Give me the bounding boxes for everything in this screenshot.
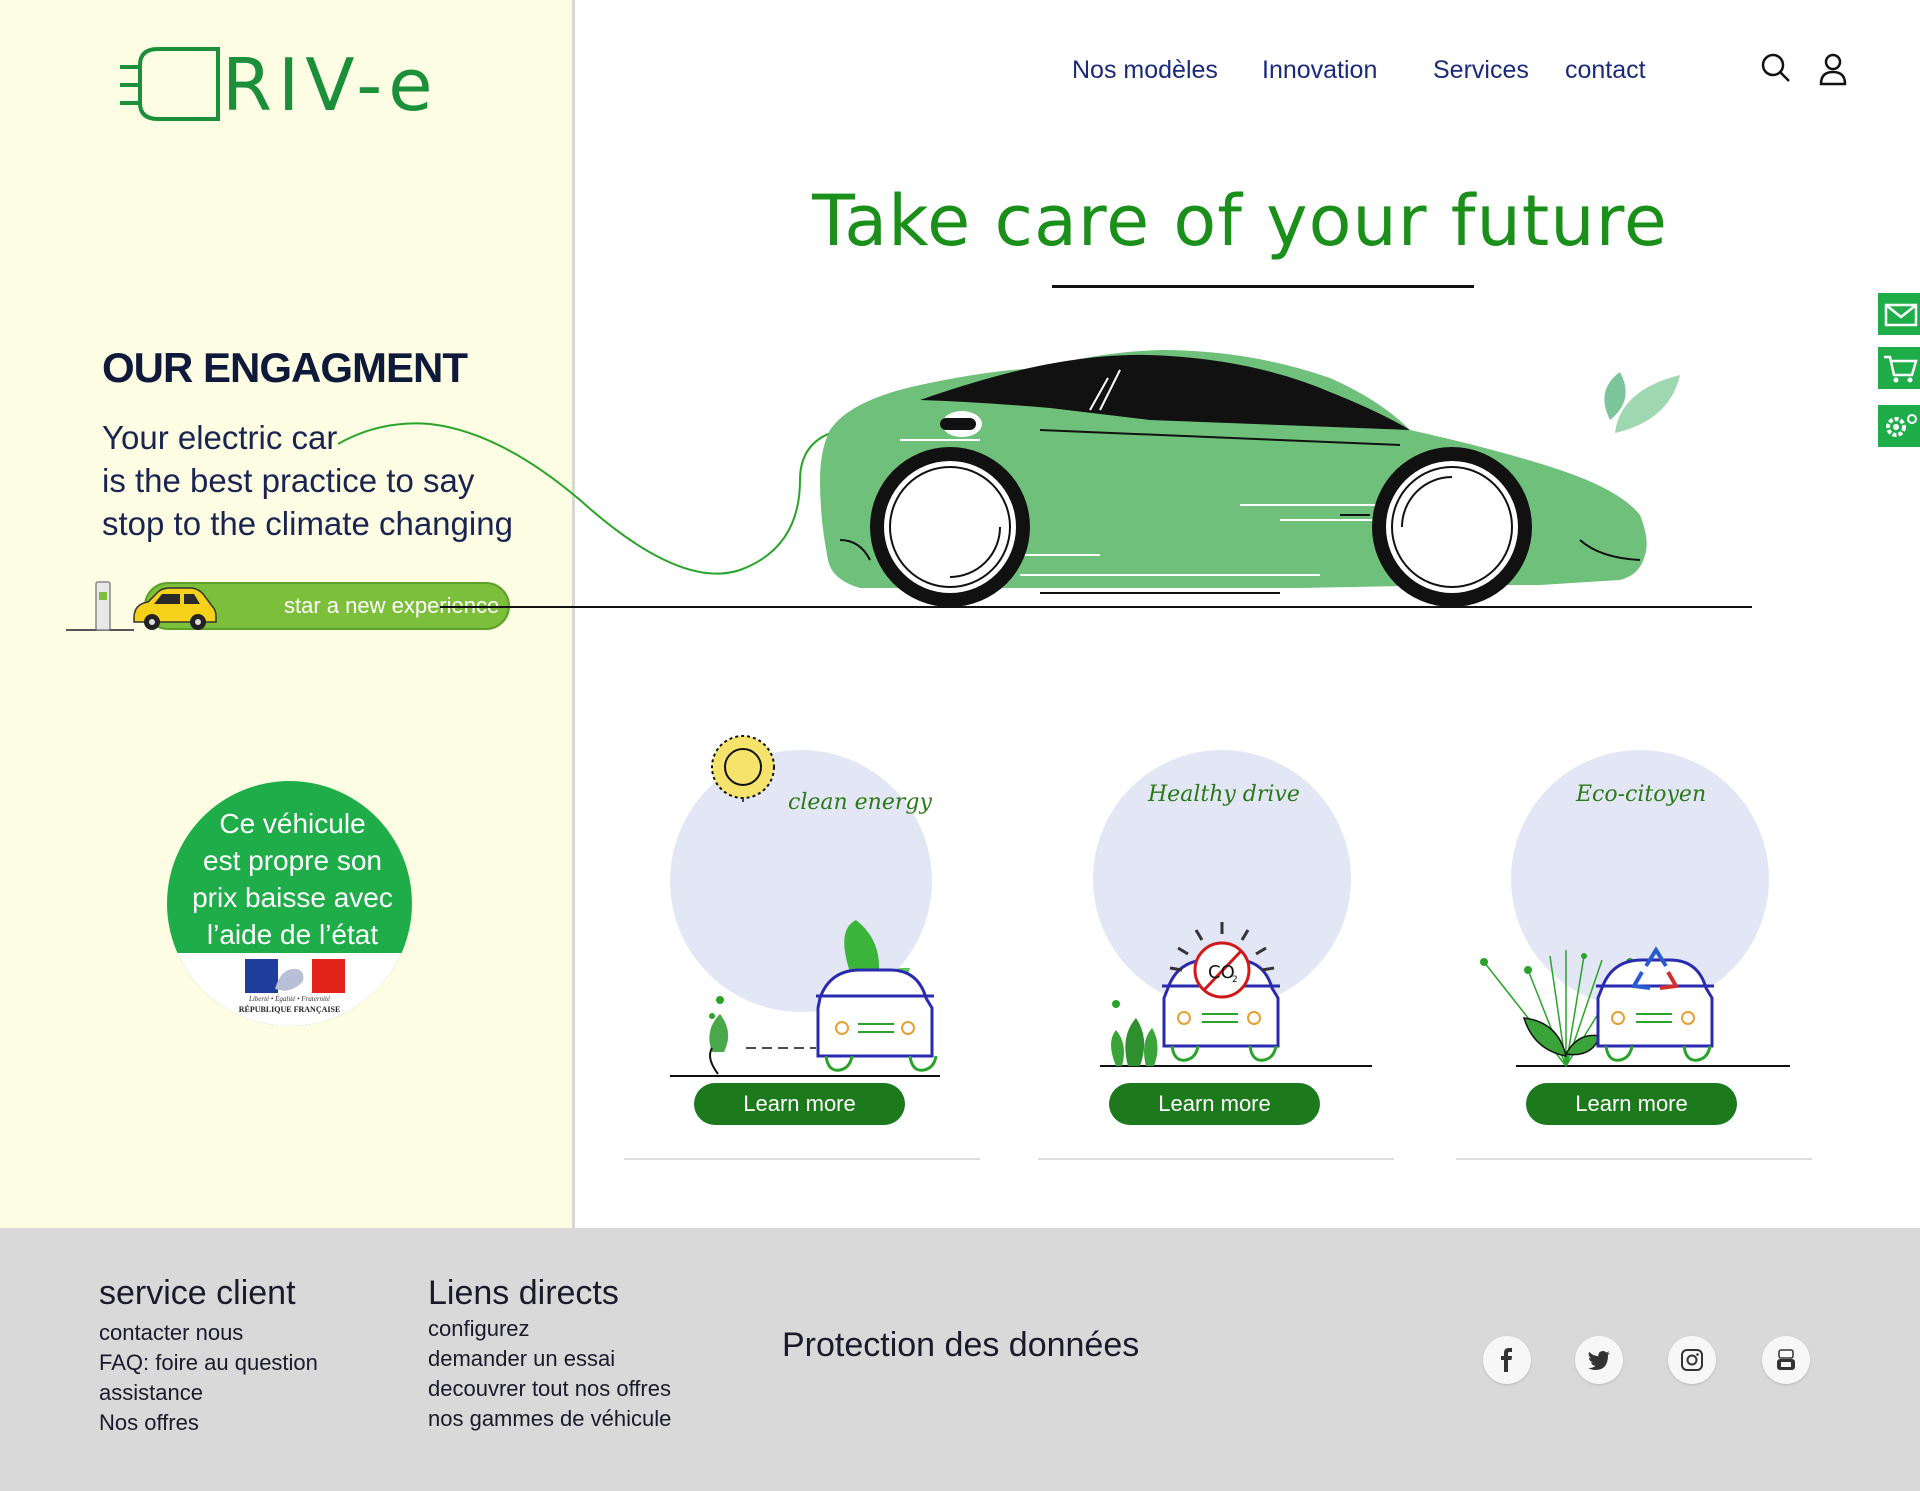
footer-title-liens-directs: Liens directs [428,1274,619,1312]
footer-link[interactable]: nos gammes de véhicule [428,1406,671,1432]
footer-link[interactable]: contacter nous [99,1320,243,1346]
car-illustration [337,350,1752,608]
footer-link[interactable]: demander un essai [428,1346,615,1372]
feature-label: Healthy drive [1148,782,1300,807]
recycle-car-icon [1480,946,1790,1067]
feature-clean-energy: clean energy Learn more [620,720,980,1160]
twitter-button[interactable] [1575,1336,1623,1384]
feature-eco-citoyen: Eco-citoyen Learn more [1454,720,1814,1160]
youtube-icon [1777,1349,1795,1370]
eco-car-icon [670,920,940,1077]
feature-label: clean energy [788,790,932,815]
car-wheel [870,447,1030,607]
learn-more-healthy-drive-button[interactable]: Learn more [1109,1083,1320,1125]
settings-icon [1886,414,1917,437]
co2-free-car-icon: CO 2 [1100,922,1372,1067]
cart-icon [1884,355,1918,383]
feature-divider [1038,1158,1394,1160]
feature-healthy-drive: Healthy drive CO 2 Learn more [1036,720,1396,1160]
co2-label: CO [1208,962,1235,983]
feature-divider [624,1158,980,1160]
badge-line: prix baisse avec [192,882,393,913]
footer-link[interactable]: configurez [428,1316,530,1342]
facebook-icon [1501,1348,1512,1372]
footer-link[interactable]: FAQ: foire au question [99,1350,318,1376]
learn-more-clean-energy-button[interactable]: Learn more [694,1083,905,1125]
twitter-icon [1588,1351,1610,1370]
car-wheel [1372,447,1532,607]
badge-line: Ce véhicule [219,808,366,839]
footer-link[interactable]: Nos offres [99,1410,199,1436]
side-mail-button[interactable] [1878,293,1920,335]
flag-caption: Liberté • Égalité • Fraternité [248,995,331,1003]
instagram-icon [1681,1349,1703,1371]
badge-line: est propre son [203,845,382,876]
feature-label: Eco-citoyen [1576,782,1707,807]
instagram-button[interactable] [1668,1336,1716,1384]
footer-title-data-protection[interactable]: Protection des données [782,1326,1139,1365]
leaf-icon [1604,372,1680,433]
footer-title-service-client: service client [99,1274,296,1312]
badge-line: l’aide de l’état [206,919,379,950]
footer-link[interactable]: assistance [99,1380,203,1406]
sun-icon [711,735,775,802]
facebook-button[interactable] [1483,1336,1531,1384]
badge-text: Ce véhicule est propre son prix baisse a… [185,805,400,953]
svg-text:2: 2 [1232,975,1238,985]
marianne-flag-icon [245,959,345,993]
footer: service client contacter nous FAQ: foire… [0,1228,1920,1491]
mail-icon [1884,303,1918,327]
subsidy-badge: Ce véhicule est propre son prix baisse a… [167,781,412,1026]
side-settings-button[interactable] [1878,405,1920,447]
footer-link[interactable]: decouvrer tout nos offres [428,1376,671,1402]
side-cart-button[interactable] [1878,347,1920,389]
youtube-button[interactable] [1762,1336,1810,1384]
learn-more-eco-citoyen-button[interactable]: Learn more [1526,1083,1737,1125]
feature-divider [1456,1158,1812,1160]
flag-name: RÉPUBLIQUE FRANÇAISE [238,1005,341,1014]
republique-francaise-logo: Liberté • Égalité • Fraternité RÉPUBLIQU… [167,953,412,1026]
